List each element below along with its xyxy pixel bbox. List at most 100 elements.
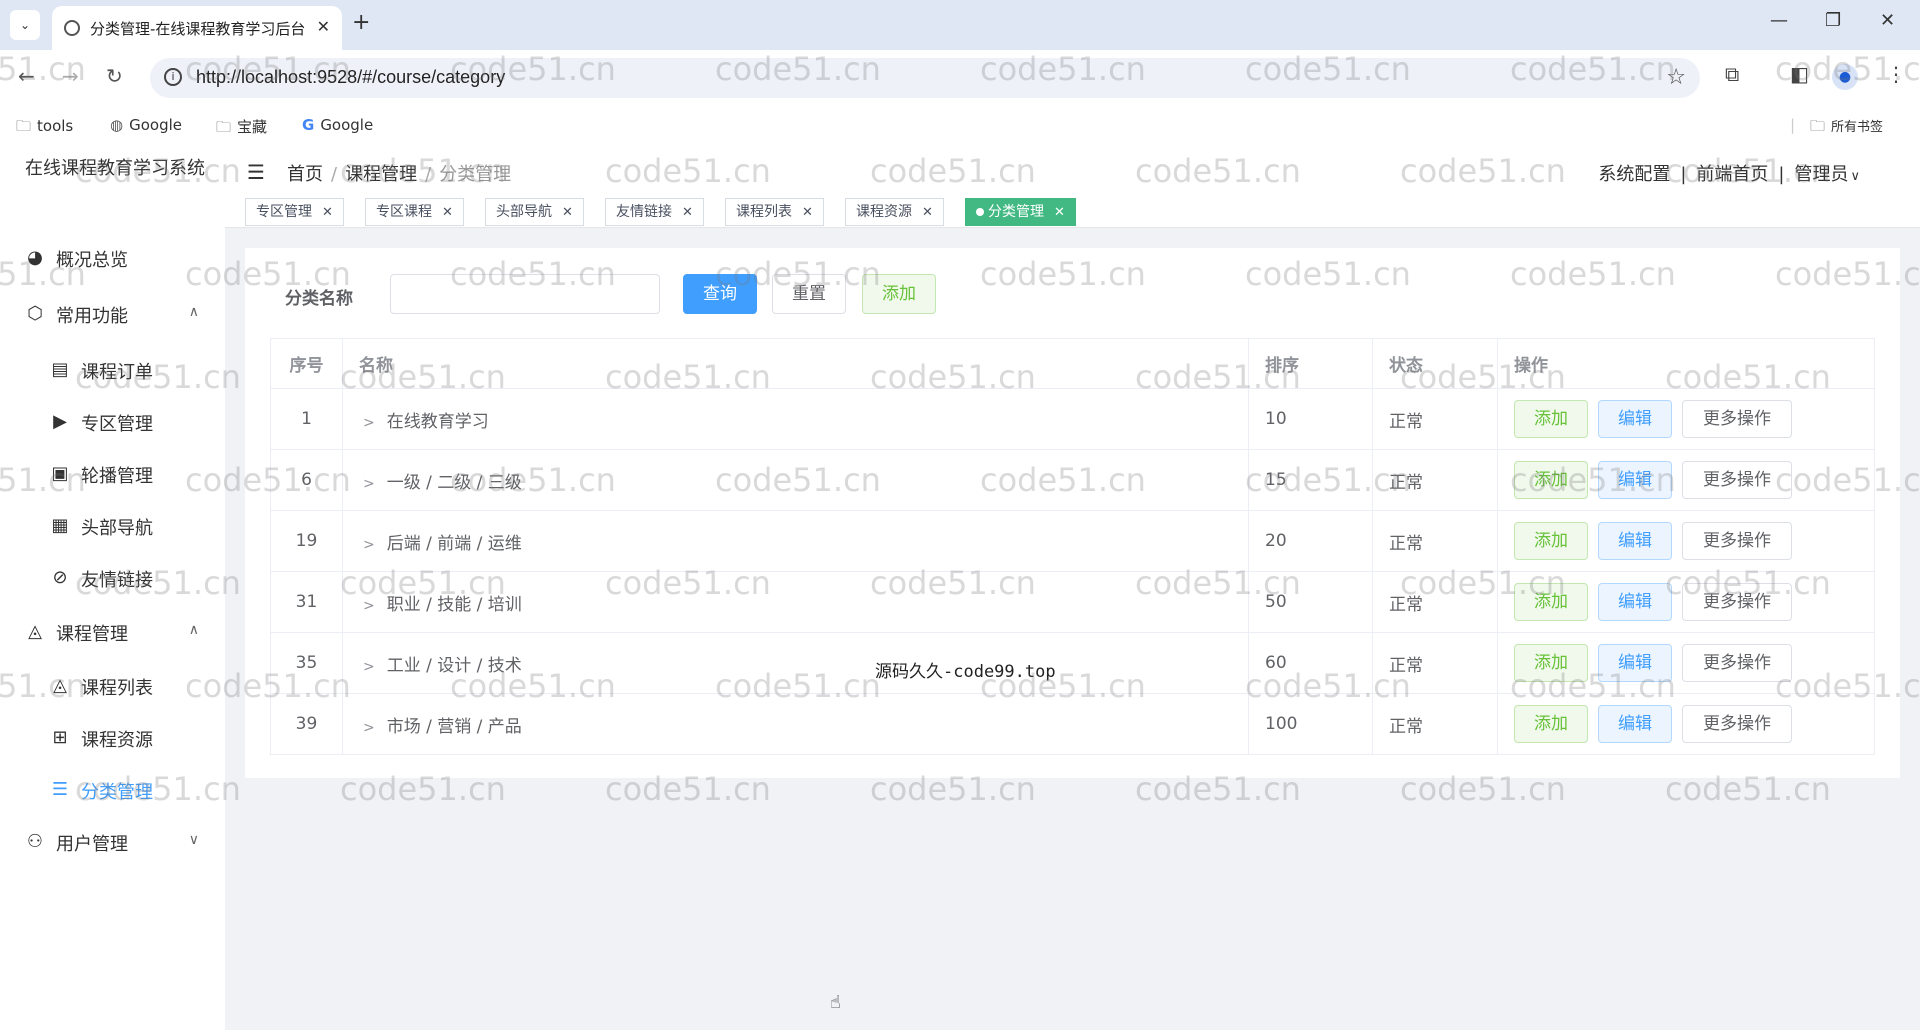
- sidebar-item-category[interactable]: ☰ 分类管理: [0, 766, 225, 816]
- category-name-input[interactable]: [390, 274, 660, 314]
- row-more-button[interactable]: 更多操作: [1682, 644, 1792, 682]
- chevron-down-icon[interactable]: ∨: [1850, 169, 1860, 184]
- tag-course-list[interactable]: 课程列表 ✕: [725, 198, 824, 226]
- close-icon[interactable]: ✕: [442, 205, 453, 220]
- table-row: 1 > 在线教育学习 10 正常 添加 编辑 更多操作: [270, 388, 1875, 450]
- sidebar-item-course-res[interactable]: ⊞ 课程资源: [0, 714, 225, 764]
- all-bookmarks[interactable]: 🗀 所有书签: [1810, 116, 1883, 141]
- cell-name-text: 后端 / 前端 / 运维: [386, 533, 522, 554]
- hamburger-icon[interactable]: ☰: [247, 160, 265, 184]
- row-more-button[interactable]: 更多操作: [1682, 522, 1792, 560]
- row-add-button[interactable]: 添加: [1514, 522, 1588, 560]
- omnibox[interactable]: i http://localhost:9528/#/course/categor…: [150, 58, 1700, 98]
- tag-topnav[interactable]: 头部导航 ✕: [485, 198, 584, 226]
- minimize-button[interactable]: —: [1770, 10, 1788, 31]
- breadcrumb-current: 分类管理: [439, 164, 512, 185]
- row-edit-button[interactable]: 编辑: [1598, 583, 1672, 621]
- sidebar-item-orders[interactable]: ▤ 课程订单: [0, 346, 225, 396]
- close-icon[interactable]: ✕: [562, 205, 573, 220]
- cell-actions: 添加 编辑 更多操作: [1497, 388, 1875, 450]
- row-more-button[interactable]: 更多操作: [1682, 705, 1792, 743]
- tag-zone[interactable]: 专区管理 ✕: [245, 198, 344, 226]
- cell-name-text: 在线教育学习: [386, 411, 489, 432]
- tag-zone-course[interactable]: 专区课程 ✕: [365, 198, 464, 226]
- extensions-icon[interactable]: ⧉: [1725, 62, 1739, 86]
- expand-arrow-icon[interactable]: >: [363, 598, 375, 614]
- sidebar-item-common[interactable]: ⬡ 常用功能 ∧: [0, 290, 225, 340]
- sidebar-item-label: 友情链接: [81, 570, 153, 591]
- bookmark-tools[interactable]: 🗀 tools: [16, 116, 73, 141]
- sidebar-item-carousel[interactable]: ▣ 轮播管理: [0, 450, 225, 500]
- close-icon[interactable]: ✕: [802, 205, 813, 220]
- expand-arrow-icon[interactable]: >: [363, 537, 375, 553]
- row-more-button[interactable]: 更多操作: [1682, 583, 1792, 621]
- tab-close-icon[interactable]: ✕: [317, 17, 330, 36]
- bookmark-star-icon[interactable]: ☆: [1666, 65, 1686, 90]
- row-add-button[interactable]: 添加: [1514, 705, 1588, 743]
- folder-icon: 🗀: [1810, 117, 1826, 135]
- row-more-button[interactable]: 更多操作: [1682, 461, 1792, 499]
- tag-links[interactable]: 友情链接 ✕: [605, 198, 704, 226]
- cell-index: 6: [270, 449, 343, 511]
- profile-icon[interactable]: ●: [1832, 64, 1858, 90]
- row-more-button[interactable]: 更多操作: [1682, 400, 1792, 438]
- sidebar-item-user-mgmt[interactable]: ⚇ 用户管理 ∨: [0, 818, 225, 868]
- tag-course-res[interactable]: 课程资源 ✕: [845, 198, 944, 226]
- bookmark-google-1[interactable]: ◍ Google: [110, 116, 182, 134]
- bookmark-label: Google: [129, 116, 182, 134]
- sidebar-item-links[interactable]: ⊘ 友情链接: [0, 554, 225, 604]
- admin-dropdown[interactable]: 管理员: [1794, 164, 1848, 185]
- cell-sort: 60: [1248, 632, 1373, 694]
- row-add-button[interactable]: 添加: [1514, 461, 1588, 499]
- row-edit-button[interactable]: 编辑: [1598, 644, 1672, 682]
- url-text[interactable]: http://localhost:9528/#/course/category: [196, 67, 505, 88]
- tab-search-button[interactable]: ⌄: [10, 10, 40, 40]
- bookmark-treasure[interactable]: 🗀 宝藏: [216, 116, 267, 142]
- query-button[interactable]: 查询: [683, 274, 757, 314]
- nav-separator: |: [1680, 164, 1687, 185]
- expand-arrow-icon[interactable]: >: [363, 720, 375, 736]
- browser-tab[interactable]: 分类管理-在线课程教育学习后台 ✕: [52, 6, 342, 50]
- site-info-icon[interactable]: i: [164, 68, 182, 86]
- sidebar-item-topnav[interactable]: ▦ 头部导航: [0, 502, 225, 552]
- close-window-button[interactable]: ✕: [1880, 10, 1895, 31]
- row-edit-button[interactable]: 编辑: [1598, 522, 1672, 560]
- new-tab-button[interactable]: +: [352, 10, 370, 35]
- browser-menu-icon[interactable]: ⋮: [1886, 62, 1906, 86]
- add-button[interactable]: 添加: [862, 274, 936, 314]
- row-add-button[interactable]: 添加: [1514, 583, 1588, 621]
- breadcrumb-course[interactable]: 课程管理: [345, 164, 417, 185]
- close-icon[interactable]: ✕: [922, 205, 933, 220]
- frontend-home-link[interactable]: 前端首页: [1696, 164, 1768, 185]
- bookmark-google-2[interactable]: G Google: [302, 116, 373, 134]
- row-edit-button[interactable]: 编辑: [1598, 705, 1672, 743]
- expand-arrow-icon[interactable]: >: [363, 415, 375, 431]
- back-button[interactable]: ←: [18, 64, 35, 88]
- document-icon: ▤: [51, 359, 69, 380]
- expand-arrow-icon[interactable]: >: [363, 476, 375, 492]
- tag-category[interactable]: 分类管理 ✕: [965, 198, 1076, 226]
- reload-button[interactable]: ↻: [106, 64, 123, 88]
- sidebar-item-course-mgmt[interactable]: ◬ 课程管理 ∧: [0, 608, 225, 658]
- users-icon: ⚇: [26, 831, 44, 852]
- system-config-link[interactable]: 系统配置: [1598, 164, 1670, 185]
- col-header-index: 序号: [270, 338, 343, 389]
- expand-arrow-icon[interactable]: >: [363, 659, 375, 675]
- close-icon[interactable]: ✕: [322, 205, 333, 220]
- row-add-button[interactable]: 添加: [1514, 400, 1588, 438]
- close-icon[interactable]: ✕: [682, 205, 693, 220]
- header-right-nav: 系统配置 | 前端首页 | 管理员 ∨: [1598, 160, 1860, 186]
- restore-button[interactable]: ❐: [1825, 10, 1841, 31]
- breadcrumb-home[interactable]: 首页: [287, 164, 323, 185]
- bookmark-label: Google: [320, 116, 374, 134]
- reset-button[interactable]: 重置: [772, 274, 846, 314]
- sidebar-item-overview[interactable]: ◕ 概况总览: [0, 234, 225, 284]
- row-edit-button[interactable]: 编辑: [1598, 461, 1672, 499]
- row-edit-button[interactable]: 编辑: [1598, 400, 1672, 438]
- sidebar-item-course-list[interactable]: ◬ 课程列表: [0, 662, 225, 712]
- close-icon[interactable]: ✕: [1054, 205, 1065, 220]
- forward-button[interactable]: →: [62, 64, 79, 88]
- side-panel-icon[interactable]: ◧: [1790, 62, 1809, 86]
- sidebar-item-zone[interactable]: ▶ 专区管理: [0, 398, 225, 448]
- row-add-button[interactable]: 添加: [1514, 644, 1588, 682]
